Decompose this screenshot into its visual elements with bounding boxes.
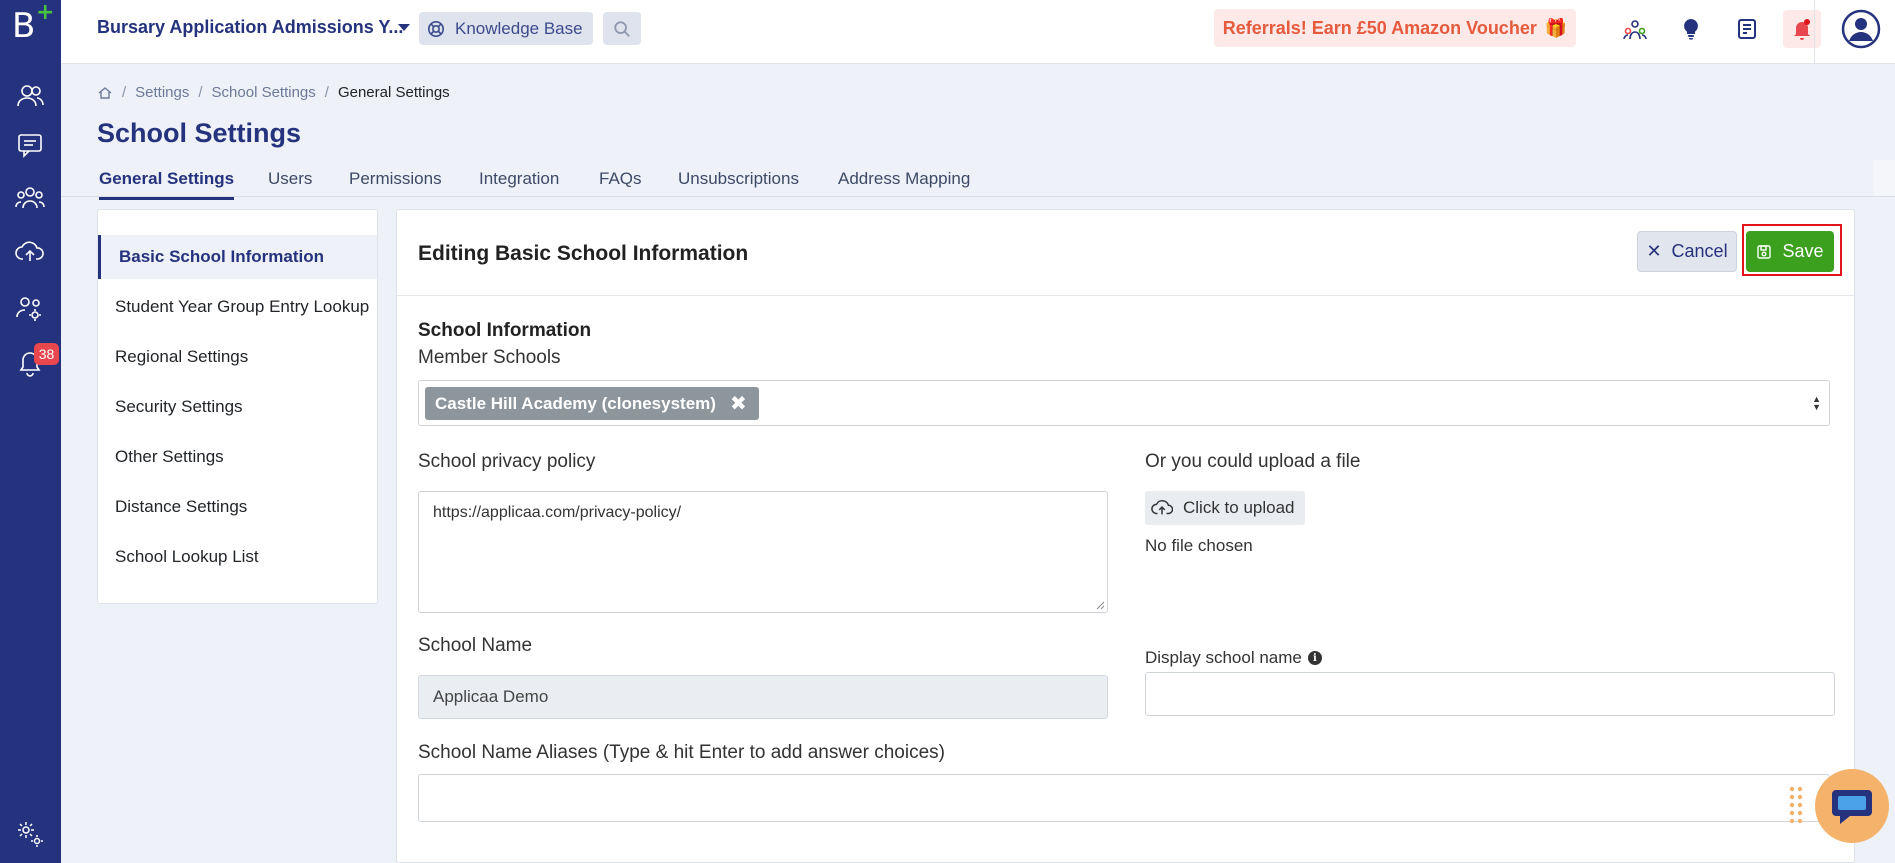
resize-grip-icon[interactable] — [1095, 600, 1105, 610]
school-name-label: School Name — [418, 635, 533, 656]
alerts-bell-icon[interactable] — [1783, 10, 1821, 48]
display-name-field[interactable] — [1145, 672, 1835, 716]
section-title: School Information — [418, 320, 592, 341]
breadcrumb: / Settings / School Settings / General S… — [97, 84, 450, 101]
side-item-school-lookup-list[interactable]: School Lookup List — [98, 535, 377, 579]
save-button[interactable]: Save — [1746, 231, 1834, 272]
tab-faqs[interactable]: FAQs — [599, 169, 642, 189]
member-school-chip: Castle Hill Academy (clonesystem) ✖ — [425, 387, 759, 420]
page-title: School Settings — [97, 118, 302, 148]
save-label: Save — [1782, 241, 1824, 261]
caret-down-icon[interactable] — [398, 24, 410, 31]
side-item-distance-settings[interactable]: Distance Settings — [98, 485, 377, 529]
member-schools-label: Member Schools — [418, 347, 561, 368]
breadcrumb-separator: / — [198, 84, 203, 101]
side-item-security-settings[interactable]: Security Settings — [98, 385, 377, 429]
close-icon: ✕ — [1646, 241, 1662, 261]
cancel-label: Cancel — [1671, 241, 1728, 261]
gear-icon[interactable] — [10, 816, 50, 852]
referral-text: Referrals! Earn £50 Amazon Voucher — [1222, 17, 1537, 38]
cloud-upload-icon — [1151, 499, 1173, 515]
settings-side-nav: Basic School Information Student Year Gr… — [97, 209, 378, 604]
privacy-policy-label: School privacy policy — [418, 451, 596, 472]
save-icon — [1757, 244, 1772, 259]
upload-status: No file chosen — [1145, 536, 1253, 555]
user-avatar-icon — [1841, 9, 1881, 49]
tab-integration[interactable]: Integration — [479, 169, 559, 189]
left-rail: B + 38 — [0, 0, 61, 863]
users-icon[interactable] — [10, 78, 50, 114]
messages-icon[interactable] — [10, 127, 50, 163]
notification-count-badge: 38 — [34, 343, 59, 365]
breadcrumb-item-school-settings[interactable]: School Settings — [212, 84, 316, 101]
side-item-basic-school-information[interactable]: Basic School Information — [98, 235, 377, 279]
privacy-policy-value: https://applicaa.com/privacy-policy/ — [433, 504, 682, 521]
member-school-chip-label: Castle Hill Academy (clonesystem) — [435, 393, 716, 413]
cloud-upload-icon[interactable] — [10, 234, 50, 270]
search-button[interactable] — [603, 12, 641, 45]
school-name-value: Applicaa Demo — [433, 687, 549, 706]
editor-header: Editing Basic School Information ✕ Cance… — [397, 210, 1854, 296]
chat-button[interactable] — [1815, 769, 1889, 843]
editor-card: Editing Basic School Information ✕ Cance… — [396, 209, 1855, 863]
drag-handle-icon[interactable] — [1788, 785, 1804, 827]
school-name-field[interactable]: Applicaa Demo — [418, 675, 1108, 719]
avatar[interactable] — [1841, 9, 1881, 49]
tab-permissions[interactable]: Permissions — [349, 169, 442, 189]
breadcrumb-separator: / — [324, 84, 329, 101]
select-arrows-icon: ▲ ▼ — [1812, 394, 1821, 412]
display-name-label: Display school name — [1145, 648, 1302, 667]
knowledge-base-label: Knowledge Base — [455, 18, 583, 38]
home-icon[interactable] — [97, 85, 113, 101]
side-item-other-settings[interactable]: Other Settings — [98, 435, 377, 479]
lightbulb-icon[interactable] — [1672, 10, 1710, 48]
editor-title: Editing Basic School Information — [418, 242, 749, 265]
tab-general-settings[interactable]: General Settings — [99, 169, 235, 200]
upload-button[interactable]: Click to upload — [1145, 491, 1305, 525]
gift-icon: 🎁 — [1544, 17, 1568, 38]
notes-icon[interactable] — [1728, 10, 1766, 48]
privacy-policy-textarea[interactable]: https://applicaa.com/privacy-policy/ — [418, 491, 1108, 613]
knowledge-base-button[interactable]: Knowledge Base — [419, 12, 593, 45]
user-settings-icon[interactable] — [10, 290, 50, 326]
side-item-student-year-group-entry-lookup[interactable]: Student Year Group Entry Lookup — [98, 285, 377, 329]
community-icon[interactable] — [1616, 10, 1654, 48]
tab-users[interactable]: Users — [268, 169, 312, 189]
upload-button-label: Click to upload — [1183, 498, 1295, 517]
app-logo[interactable]: B + — [12, 0, 54, 50]
scrollbar-stub — [1873, 160, 1895, 196]
settings-tabs: General Settings Users Permissions Integ… — [61, 160, 1895, 200]
referral-banner[interactable]: Referrals! Earn £50 Amazon Voucher 🎁 — [1214, 9, 1576, 47]
breadcrumb-item-settings[interactable]: Settings — [135, 84, 189, 101]
app-title[interactable]: Bursary Application Admissions Y... — [97, 17, 403, 38]
breadcrumb-current: General Settings — [337, 84, 450, 101]
logo-letter: B — [12, 6, 36, 46]
member-schools-select[interactable]: Castle Hill Academy (clonesystem) ✖ ▲ ▼ — [418, 380, 1830, 426]
topbar-divider — [1814, 0, 1815, 64]
aliases-field[interactable] — [418, 774, 1830, 822]
groups-icon[interactable] — [10, 180, 50, 216]
tab-unsubscriptions[interactable]: Unsubscriptions — [678, 169, 799, 189]
chat-bubble-icon — [1832, 790, 1872, 824]
cancel-button[interactable]: ✕ Cancel — [1637, 231, 1737, 272]
logo-plus-icon: + — [36, 0, 55, 25]
aliases-label: School Name Aliases (Type & hit Enter to… — [418, 742, 945, 763]
remove-chip-icon[interactable]: ✖ — [730, 391, 747, 416]
info-icon[interactable]: i — [1307, 651, 1322, 665]
side-item-regional-settings[interactable]: Regional Settings — [98, 335, 377, 379]
top-bar: Bursary Application Admissions Y... Know… — [61, 0, 1895, 64]
upload-label: Or you could upload a file — [1145, 451, 1361, 472]
search-icon — [614, 20, 630, 37]
breadcrumb-separator: / — [122, 84, 127, 101]
lifebuoy-icon — [427, 20, 445, 37]
display-name-label-row: Display school name i — [1145, 648, 1322, 668]
tab-address-mapping[interactable]: Address Mapping — [838, 169, 970, 189]
